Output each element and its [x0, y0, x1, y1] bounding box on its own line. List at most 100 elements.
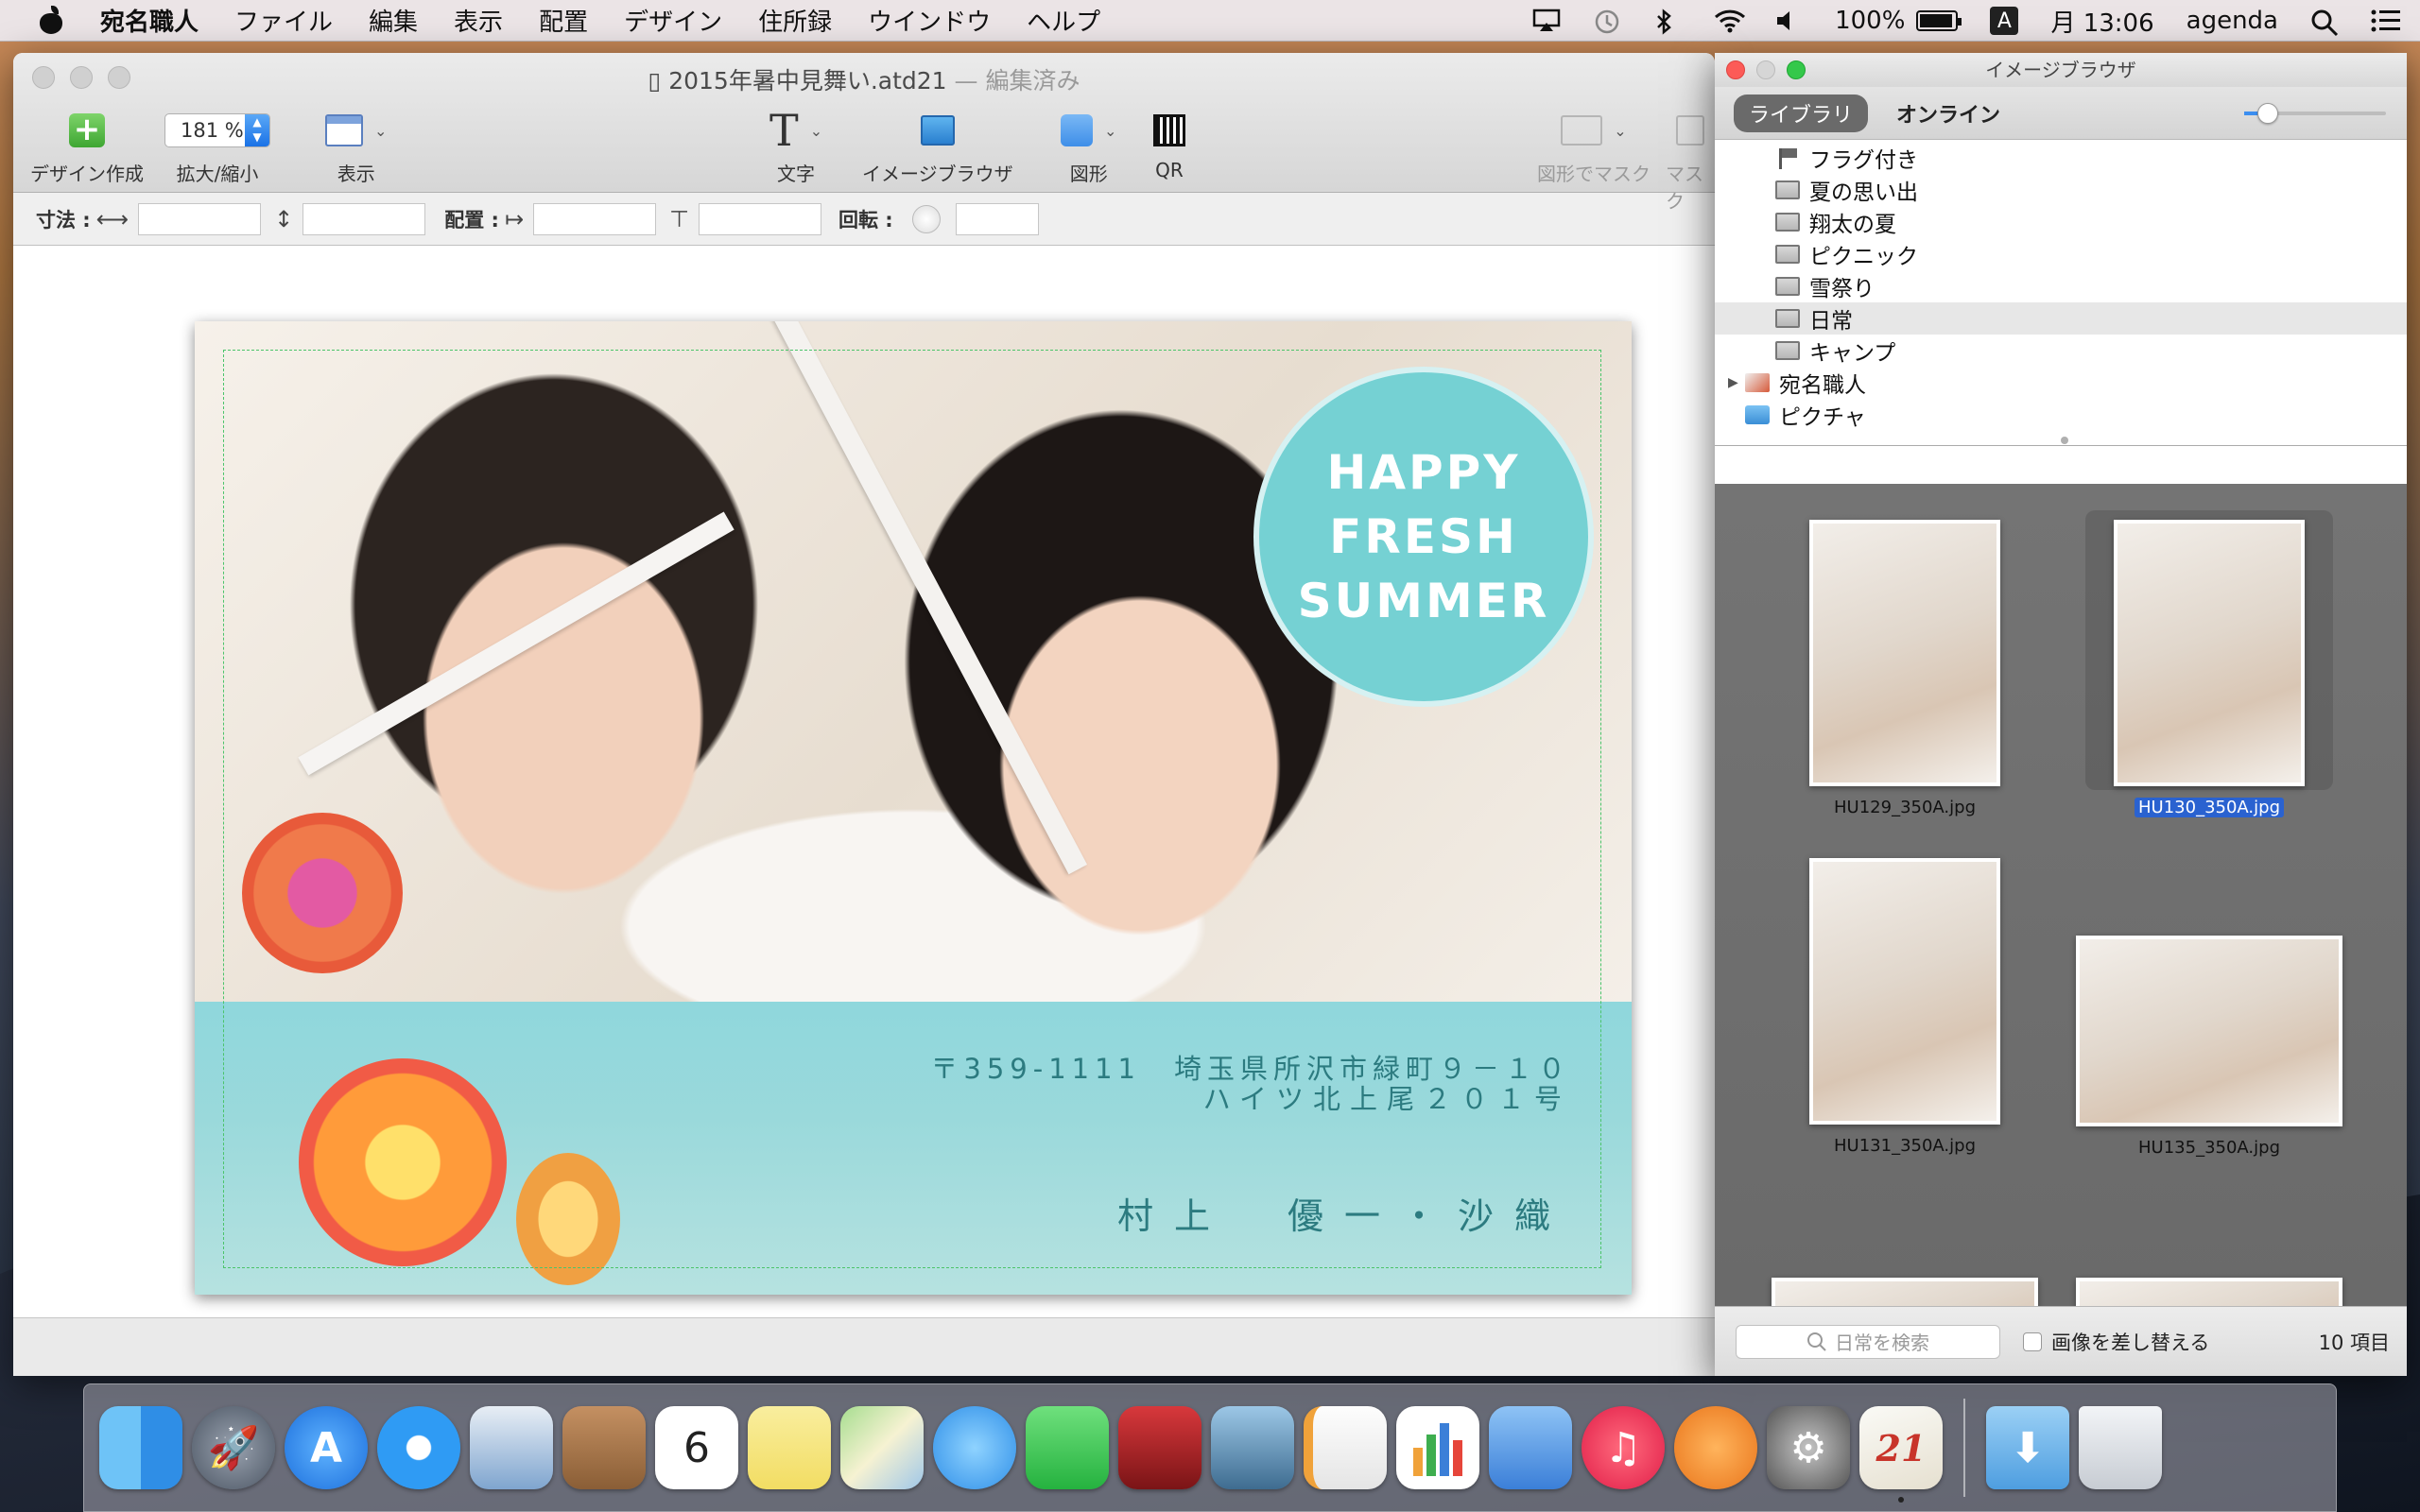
tree-item-flagged[interactable]: フラグ付き: [1715, 142, 2407, 174]
tab-library[interactable]: ライブラリ: [1734, 94, 1869, 132]
thumbnail-item-selected[interactable]: HU130_350A.jpg: [2085, 510, 2333, 817]
menu-app-name[interactable]: 宛名職人: [100, 3, 199, 38]
thumbnail-image[interactable]: [2076, 936, 2342, 1126]
notes-icon[interactable]: [748, 1406, 831, 1489]
tab-online[interactable]: オンライン: [1881, 94, 2015, 132]
sender-names[interactable]: 村上 優一・沙織 琴美 真由: [1117, 1117, 1571, 1295]
thumbnail-caption: HU131_350A.jpg: [1834, 1136, 1976, 1156]
itunes-icon[interactable]: ♫: [1582, 1406, 1665, 1489]
panel-zoom-button[interactable]: [1787, 60, 1806, 79]
iphoto-icon[interactable]: [1211, 1406, 1294, 1489]
slider-knob[interactable]: [2257, 103, 2278, 124]
menu-design[interactable]: デザイン: [624, 3, 722, 38]
panel-minimize-button[interactable]: [1756, 60, 1775, 79]
apple-menu-icon[interactable]: [36, 5, 66, 36]
spotlight-icon[interactable]: [2310, 9, 2339, 37]
text-button[interactable]: T ⌄ 文字: [769, 109, 822, 186]
replace-image-checkbox[interactable]: [2023, 1332, 2042, 1351]
menu-edit[interactable]: 編集: [369, 3, 418, 38]
airplay-icon[interactable]: [1532, 9, 1561, 33]
disclosure-triangle-icon[interactable]: ▶: [1728, 375, 1738, 390]
bluetooth-icon[interactable]: [1653, 9, 1682, 35]
photo-booth-icon[interactable]: [1118, 1406, 1201, 1489]
replace-image-label[interactable]: 画像を差し替える: [2051, 1328, 2209, 1356]
menu-help[interactable]: ヘルプ: [1027, 3, 1100, 38]
thumbnail-caption: HU130_350A.jpg: [2135, 798, 2284, 817]
safari-icon[interactable]: [377, 1406, 460, 1489]
thumbnail-image[interactable]: [1809, 520, 2000, 786]
calendar-day: 6: [683, 1423, 710, 1472]
rotation-field[interactable]: [955, 202, 1039, 235]
menubar-user[interactable]: agenda: [2187, 7, 2278, 35]
tree-item-album[interactable]: 翔太の夏: [1715, 206, 2407, 238]
messages-icon[interactable]: [933, 1406, 1016, 1489]
system-preferences-icon[interactable]: ⚙: [1767, 1406, 1850, 1489]
sender-address-line2[interactable]: ハイツ北上尾２０１号: [1203, 1077, 1571, 1117]
maps-icon[interactable]: [840, 1406, 924, 1489]
launchpad-icon[interactable]: 🚀: [192, 1406, 275, 1489]
qr-button[interactable]: QR: [1153, 112, 1185, 181]
window-title: ▯ 2015年暑中見舞い.atd21 — 編集済み: [13, 62, 1715, 96]
postcard[interactable]: HAPPY FRESH SUMMER 〒359-1111 埼玉県所沢市緑町９－１…: [195, 321, 1632, 1295]
zoom-field[interactable]: 181 % ▲ ▼: [164, 113, 270, 147]
numbers-icon[interactable]: [1396, 1406, 1479, 1489]
battery-percent[interactable]: 100%: [1835, 7, 1905, 35]
zoom-stepper[interactable]: ▲ ▼: [245, 114, 269, 146]
split-handle[interactable]: [1715, 435, 2407, 446]
image-browser-button[interactable]: イメージブラウザ: [862, 112, 1013, 186]
trash-icon[interactable]: [2079, 1406, 2162, 1489]
calendar-icon[interactable]: 6: [655, 1406, 738, 1489]
wifi-icon[interactable]: [1714, 9, 1746, 33]
keynote-icon[interactable]: [1489, 1406, 1572, 1489]
panel-close-button[interactable]: [1726, 60, 1745, 79]
ibooks-icon[interactable]: [1674, 1406, 1757, 1489]
contacts-icon[interactable]: [562, 1406, 646, 1489]
menu-arrange[interactable]: 配置: [539, 3, 588, 38]
menu-view[interactable]: 表示: [454, 3, 503, 38]
battery-icon[interactable]: [1916, 10, 1962, 31]
menu-file[interactable]: ファイル: [234, 3, 333, 38]
menubar-clock[interactable]: 月 13:06: [2050, 4, 2153, 39]
tree-item-album[interactable]: キャンプ: [1715, 335, 2407, 367]
thumbnail-item[interactable]: HU129_350A.jpg: [1809, 520, 2000, 817]
finder-icon[interactable]: [99, 1406, 182, 1489]
view-button[interactable]: ⌄ 表示: [325, 112, 387, 186]
downloads-folder-icon[interactable]: ⬇: [1986, 1406, 2069, 1489]
menu-address-book[interactable]: 住所録: [758, 3, 832, 38]
thumbnail-image[interactable]: [1809, 858, 2000, 1125]
thumbnail-image[interactable]: [2114, 520, 2305, 786]
tree-item-album[interactable]: 夏の思い出: [1715, 174, 2407, 206]
menu-window[interactable]: ウインドウ: [868, 3, 991, 38]
document-name: 2015年暑中見舞い.atd21: [668, 67, 947, 94]
thumbnail-item[interactable]: HU135_350A.jpg: [2076, 936, 2342, 1158]
shape-button[interactable]: ⌄ 図形: [1061, 112, 1116, 186]
x-field[interactable]: [533, 202, 657, 235]
input-method-icon[interactable]: A: [1990, 7, 2019, 35]
pages-icon[interactable]: [1304, 1406, 1387, 1489]
facetime-icon[interactable]: [1026, 1406, 1109, 1489]
zoom-control[interactable]: 181 % ▲ ▼ 拡大/縮小: [164, 112, 270, 186]
volume-icon[interactable]: [1774, 9, 1803, 33]
design-create-button[interactable]: + デザイン作成: [30, 112, 144, 186]
height-field[interactable]: [302, 202, 426, 235]
zoom-label: 拡大/縮小: [176, 163, 259, 185]
time-machine-icon[interactable]: [1593, 9, 1621, 34]
app-store-icon[interactable]: A: [285, 1406, 368, 1489]
y-field[interactable]: [698, 202, 821, 235]
tree-item-album-selected[interactable]: 日常: [1715, 302, 2407, 335]
design-canvas[interactable]: HAPPY FRESH SUMMER 〒359-1111 埼玉県所沢市緑町９－１…: [13, 246, 1715, 1295]
atena-shokunin-icon[interactable]: 21: [1859, 1406, 1943, 1503]
tree-item-album[interactable]: ピクニック: [1715, 238, 2407, 270]
width-field[interactable]: [138, 202, 262, 235]
notification-center-icon[interactable]: [2371, 9, 2400, 33]
thumbnail-item[interactable]: HU131_350A.jpg: [1809, 858, 2000, 1156]
rotation-knob[interactable]: [911, 204, 941, 233]
mask-with-shape-button[interactable]: ⌄ 図形でマスク: [1537, 112, 1651, 186]
thumbnail-size-slider[interactable]: [2244, 103, 2386, 124]
tree-item-app-library[interactable]: ▶ 宛名職人: [1715, 367, 2407, 399]
mail-icon[interactable]: [470, 1406, 553, 1489]
tree-item-pictures[interactable]: ピクチャ: [1715, 399, 2407, 431]
album-search-field[interactable]: 日常を検索: [1736, 1324, 2000, 1359]
mask-button[interactable]: マスク: [1666, 112, 1715, 214]
tree-item-album[interactable]: 雪祭り: [1715, 270, 2407, 302]
